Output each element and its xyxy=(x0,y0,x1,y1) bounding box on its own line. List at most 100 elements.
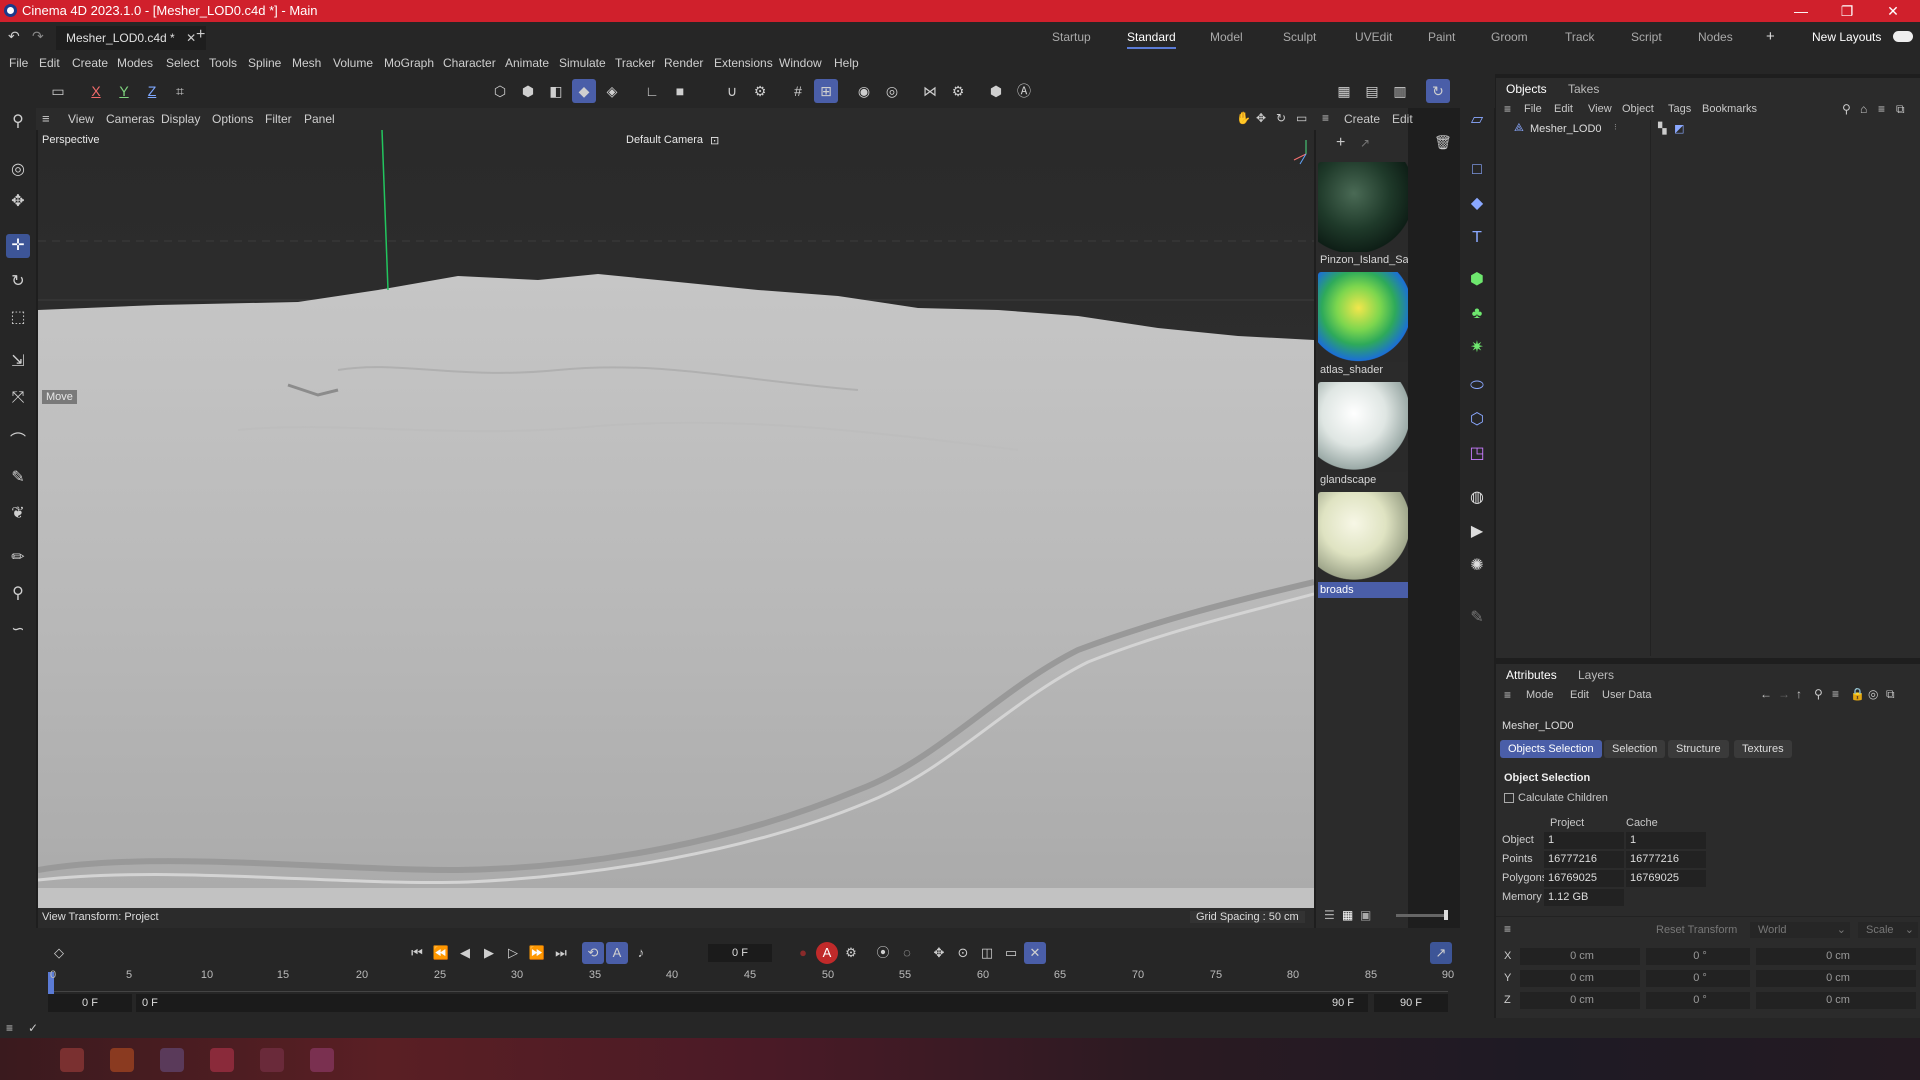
position-z-field[interactable]: 0 cm xyxy=(1520,992,1640,1009)
transform-tool-icon[interactable]: ⇲ xyxy=(6,350,30,374)
key-param-icon[interactable]: ⊙ xyxy=(952,942,974,964)
menu-file[interactable]: File xyxy=(9,56,28,70)
model-mode-icon[interactable]: ◆ xyxy=(572,79,596,103)
render-view-icon[interactable]: ▦ xyxy=(1332,79,1356,103)
playback-mode-icon[interactable]: A xyxy=(606,942,628,964)
move-view-icon[interactable]: ✥ xyxy=(1256,111,1266,125)
subtab-objects-selection[interactable]: Objects Selection xyxy=(1500,740,1602,758)
subtab-selection[interactable]: Selection xyxy=(1604,740,1666,758)
rotate-view-icon[interactable]: ↻ xyxy=(1276,111,1286,125)
layout-nodes[interactable]: Nodes xyxy=(1698,30,1733,44)
toggle-panel-icon[interactable]: ▭ xyxy=(1296,111,1307,125)
material-menu-edit[interactable]: Edit xyxy=(1392,112,1413,126)
search-icon[interactable]: ⚲ xyxy=(1842,102,1851,116)
search-icon[interactable]: ⚲ xyxy=(1814,687,1823,701)
material-item[interactable]: glandscape xyxy=(1318,382,1408,488)
status-hamburger-icon[interactable]: ≡ xyxy=(6,1021,13,1035)
menu-simulate[interactable]: Simulate xyxy=(559,56,606,70)
menu-tracker[interactable]: Tracker xyxy=(615,56,655,70)
edges-mode-icon[interactable]: ⬢ xyxy=(516,79,540,103)
key-scale-icon[interactable]: ✥ xyxy=(928,942,950,964)
thumbnail-size-slider-handle[interactable] xyxy=(1444,910,1448,920)
objects-menu-object[interactable]: Object xyxy=(1622,103,1654,115)
scale-z-field[interactable]: 0 cm xyxy=(1756,992,1916,1009)
auto-key-icon[interactable]: A xyxy=(816,942,838,964)
camera-icon[interactable]: ▶ xyxy=(1465,520,1489,544)
viewport-menu-cameras[interactable]: Cameras xyxy=(106,112,155,126)
menu-spline[interactable]: Spline xyxy=(248,56,281,70)
projection-label[interactable]: Perspective xyxy=(42,134,99,146)
loop-icon[interactable]: ⟲ xyxy=(582,942,604,964)
pan-view-icon[interactable]: ✋ xyxy=(1236,111,1251,125)
search-icon[interactable]: ⚲ xyxy=(6,110,30,134)
field-icon[interactable]: ⬡ xyxy=(1465,408,1489,432)
layout-uvedit[interactable]: UVEdit xyxy=(1355,30,1392,44)
document-tab[interactable]: Mesher_LOD0.c4d * ✕ xyxy=(56,26,207,50)
text-icon[interactable]: T xyxy=(1465,226,1489,250)
lock-icon[interactable]: 🔒 xyxy=(1850,687,1865,701)
snap-magnet-icon[interactable]: ∪ xyxy=(720,79,744,103)
solo-icon[interactable]: ■ xyxy=(668,79,692,103)
large-view-icon[interactable]: ▣ xyxy=(1360,908,1371,922)
rotation-x-field[interactable]: 0 ° xyxy=(1646,948,1750,965)
rotate-tool-icon[interactable]: ↻ xyxy=(6,270,30,294)
menu-select[interactable]: Select xyxy=(166,56,199,70)
polygons-mode-icon[interactable]: ◧ xyxy=(544,79,568,103)
current-frame-field[interactable]: 0 F xyxy=(708,944,772,962)
key-settings-icon[interactable]: ⚙ xyxy=(840,942,862,964)
material-item[interactable]: Pinzon_Island_Sat xyxy=(1318,162,1408,268)
attributes-hamburger-icon[interactable]: ≡ xyxy=(1504,688,1511,702)
new-layouts-label[interactable]: New Layouts xyxy=(1812,30,1881,44)
layout-paint[interactable]: Paint xyxy=(1428,30,1455,44)
menu-modes[interactable]: Modes xyxy=(117,56,153,70)
attributes-menu-mode[interactable]: Mode xyxy=(1526,689,1554,701)
filter-icon[interactable]: ≡ xyxy=(1878,102,1885,116)
menu-mograph[interactable]: MoGraph xyxy=(384,56,434,70)
3d-viewport[interactable]: Perspective Default Camera ⊡ Move xyxy=(38,130,1314,928)
layout-track[interactable]: Track xyxy=(1565,30,1595,44)
render-picture-viewer-icon[interactable]: ▤ xyxy=(1360,79,1384,103)
scale-x-field[interactable]: 0 cm xyxy=(1756,948,1916,965)
scale-y-field[interactable]: 0 cm xyxy=(1756,970,1916,987)
attributes-menu-edit[interactable]: Edit xyxy=(1570,689,1589,701)
layout-script[interactable]: Script xyxy=(1631,30,1662,44)
primitive-icon[interactable]: ▱ xyxy=(1465,108,1489,132)
viewport-menu-view[interactable]: View xyxy=(68,112,94,126)
material-item[interactable]: broads xyxy=(1318,492,1408,598)
taskbar-app-icon[interactable] xyxy=(260,1048,284,1072)
move-tool-icon[interactable]: ✛ xyxy=(6,234,30,258)
menu-character[interactable]: Character xyxy=(443,56,496,70)
knife-tool-icon[interactable]: ⚲ xyxy=(6,582,30,606)
objects-menu-file[interactable]: File xyxy=(1524,103,1542,115)
workplane-grid-icon[interactable]: ⊞ xyxy=(814,79,838,103)
coordinate-system-icon[interactable]: ⌗ xyxy=(168,79,192,103)
layout-startup[interactable]: Startup xyxy=(1052,30,1091,44)
up-arrow-icon[interactable]: ↑ xyxy=(1796,687,1802,701)
interactive-render-icon[interactable]: ↻ xyxy=(1426,79,1450,103)
close-button[interactable]: ✕ xyxy=(1870,0,1916,22)
add-material-icon[interactable]: + xyxy=(1336,134,1345,152)
list-view-icon[interactable]: ☰ xyxy=(1324,908,1335,922)
objects-menu-tags[interactable]: Tags xyxy=(1668,103,1691,115)
maximize-button[interactable]: ❐ xyxy=(1824,0,1870,22)
position-y-field[interactable]: 0 cm xyxy=(1520,970,1640,987)
render-region-icon[interactable]: ◉ xyxy=(852,79,876,103)
position-x-field[interactable]: 0 cm xyxy=(1520,948,1640,965)
cube-outline-icon[interactable]: □ xyxy=(1465,158,1489,182)
tab-takes[interactable]: Takes xyxy=(1568,82,1599,96)
keyframe-diamond-icon[interactable]: ◇ xyxy=(48,942,70,964)
select-tool-icon[interactable]: ◎ xyxy=(6,158,30,182)
preview-range-bar[interactable] xyxy=(166,994,1326,1012)
grid-snap-icon[interactable]: # xyxy=(786,79,810,103)
add-layout-icon[interactable]: + xyxy=(1766,28,1775,45)
sketch-tool-icon[interactable]: ✎ xyxy=(6,466,30,490)
close-tab-icon[interactable]: ✕ xyxy=(186,31,196,45)
reset-transform-button[interactable]: Reset Transform xyxy=(1656,924,1737,936)
taskbar-app-icon[interactable] xyxy=(110,1048,134,1072)
layout-standard[interactable]: Standard xyxy=(1127,30,1176,49)
points-mode-icon[interactable]: ⬡ xyxy=(488,79,512,103)
new-window-icon[interactable]: ⧉ xyxy=(1886,687,1895,702)
symmetry-settings-icon[interactable]: ⚙ xyxy=(946,79,970,103)
snap-settings-icon[interactable]: ⚙ xyxy=(748,79,772,103)
end-frame-field[interactable]: 90 F xyxy=(1374,994,1448,1012)
